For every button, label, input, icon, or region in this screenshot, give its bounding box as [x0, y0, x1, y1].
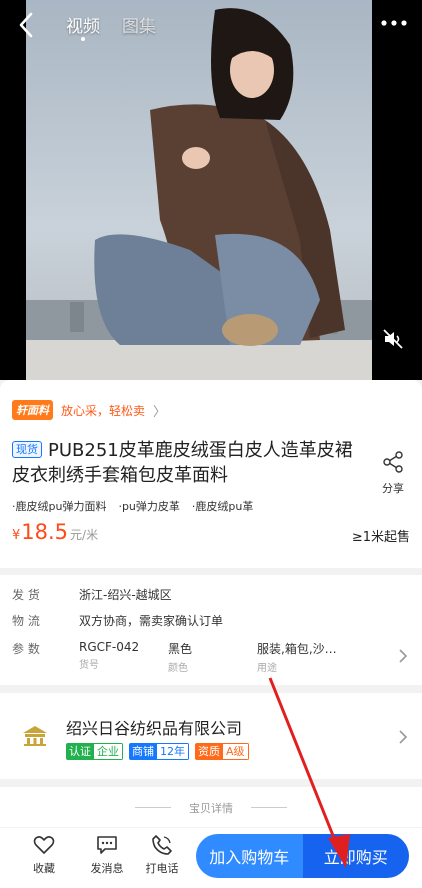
product-title-text: PUB251皮革鹿皮绒蛋白皮人造革皮裙皮衣刺绣手套箱包皮革面料 — [12, 440, 353, 486]
shop-logo-icon — [23, 726, 47, 746]
product-tag: ·鹿皮绒pu革 — [191, 500, 254, 513]
mute-icon[interactable] — [382, 328, 404, 350]
shop-name: 绍兴日谷纺织品有限公司 — [66, 719, 243, 738]
message-button[interactable]: 发消息 — [82, 834, 132, 876]
active-tab-dot — [81, 37, 85, 41]
back-icon[interactable] — [14, 10, 40, 40]
price-unit: 元/米 — [70, 528, 99, 542]
ship-from-label: 发 货 — [12, 588, 40, 602]
chevron-right-icon: 〉 — [153, 404, 167, 420]
ship-from-value: 浙江-绍兴-越城区 — [79, 588, 172, 602]
minimum-order: ≥1米起售 — [351, 530, 410, 545]
detail-divider: 宝贝详情 — [0, 787, 422, 827]
buy-now-button[interactable]: 立即购买 — [302, 834, 409, 878]
product-tags: ·鹿皮绒pu弹力面料 ·pu弹力皮革 ·鹿皮绒pu革 — [12, 498, 253, 514]
call-button[interactable]: 打电话 — [137, 834, 187, 876]
param-item: 黑色 颜色 — [168, 642, 193, 674]
purchase-cta: 加入购物车 立即购买 — [196, 834, 409, 878]
logistics-row: 物 流 双方协商，需卖家确认订单 — [12, 612, 223, 629]
promo-badge: 轩面料 — [12, 400, 53, 420]
param-item: RGCF-042 货号 — [79, 640, 140, 671]
media-tabs: 视频 图集 — [66, 12, 156, 41]
chevron-right-icon[interactable] — [398, 729, 408, 745]
favorite-button[interactable]: 收藏 — [19, 834, 69, 876]
in-stock-badge: 现货 — [12, 441, 42, 458]
product-tag: ·鹿皮绒pu弹力面料 — [12, 500, 107, 513]
logistics-value: 双方协商，需卖家确认订单 — [79, 614, 224, 628]
qualification-badge: 资质 A级 — [195, 743, 249, 760]
chevron-right-icon[interactable] — [398, 648, 408, 664]
params-label: 参 数 — [12, 642, 40, 656]
shop-badges: 认证 企业 商铺 12年 资质 A级 — [66, 743, 249, 760]
shop-years-badge: 商铺 12年 — [129, 743, 189, 760]
product-info-card: 轩面料 放心采，轻松卖 〉 现货 PUB251皮革鹿皮绒蛋白皮人造革皮裙皮衣刺绣手… — [0, 380, 422, 568]
certified-badge: 认证 企业 — [66, 743, 123, 760]
params-list: RGCF-042 货号 黑色 颜色 服装,箱包,沙… 用途 — [79, 640, 377, 674]
tab-gallery[interactable]: 图集 — [122, 12, 156, 37]
media-top-bar: 视频 图集 — [0, 0, 422, 50]
tab-video[interactable]: 视频 — [66, 12, 100, 41]
more-icon[interactable] — [380, 18, 408, 28]
spec-card[interactable]: 发 货 浙江-绍兴-越城区 物 流 双方协商，需卖家确认订单 参 数 RGCF-… — [0, 575, 422, 685]
detail-label: 宝贝详情 — [189, 802, 233, 815]
param-item: 服装,箱包,沙… 用途 — [257, 642, 337, 674]
bottom-action-bar: 收藏 发消息 打电话 加入购物车 立即购买 — [0, 828, 422, 888]
price-value: 18.5 — [21, 520, 69, 544]
add-to-cart-button[interactable]: 加入购物车 — [196, 834, 303, 878]
product-title: 现货 PUB251皮革鹿皮绒蛋白皮人造革皮裙皮衣刺绣手套箱包皮革面料 — [12, 438, 362, 488]
share-button[interactable]: 分享 — [378, 450, 408, 496]
shop-card[interactable]: 绍兴日谷纺织品有限公司 认证 企业 商铺 12年 资质 A级 — [0, 693, 422, 779]
product-media[interactable]: 视频 图集 — [0, 0, 422, 380]
divider-line — [251, 807, 287, 808]
params-row: 参 数 — [12, 640, 79, 657]
share-icon — [383, 451, 403, 473]
price: ¥ 18.5 元/米 — [12, 520, 98, 544]
message-icon — [97, 836, 117, 854]
logistics-label: 物 流 — [12, 614, 40, 628]
product-photo — [0, 0, 422, 380]
promo-banner[interactable]: 轩面料 放心采，轻松卖 〉 — [12, 400, 166, 420]
heart-icon — [33, 836, 55, 854]
ship-from-row: 发 货 浙江-绍兴-越城区 — [12, 586, 172, 603]
price-currency: ¥ — [12, 528, 21, 543]
promo-text: 放心采，轻松卖 — [61, 403, 146, 418]
share-label: 分享 — [382, 482, 404, 495]
phone-icon — [152, 835, 172, 855]
product-tag: ·pu弹力皮革 — [118, 500, 180, 513]
